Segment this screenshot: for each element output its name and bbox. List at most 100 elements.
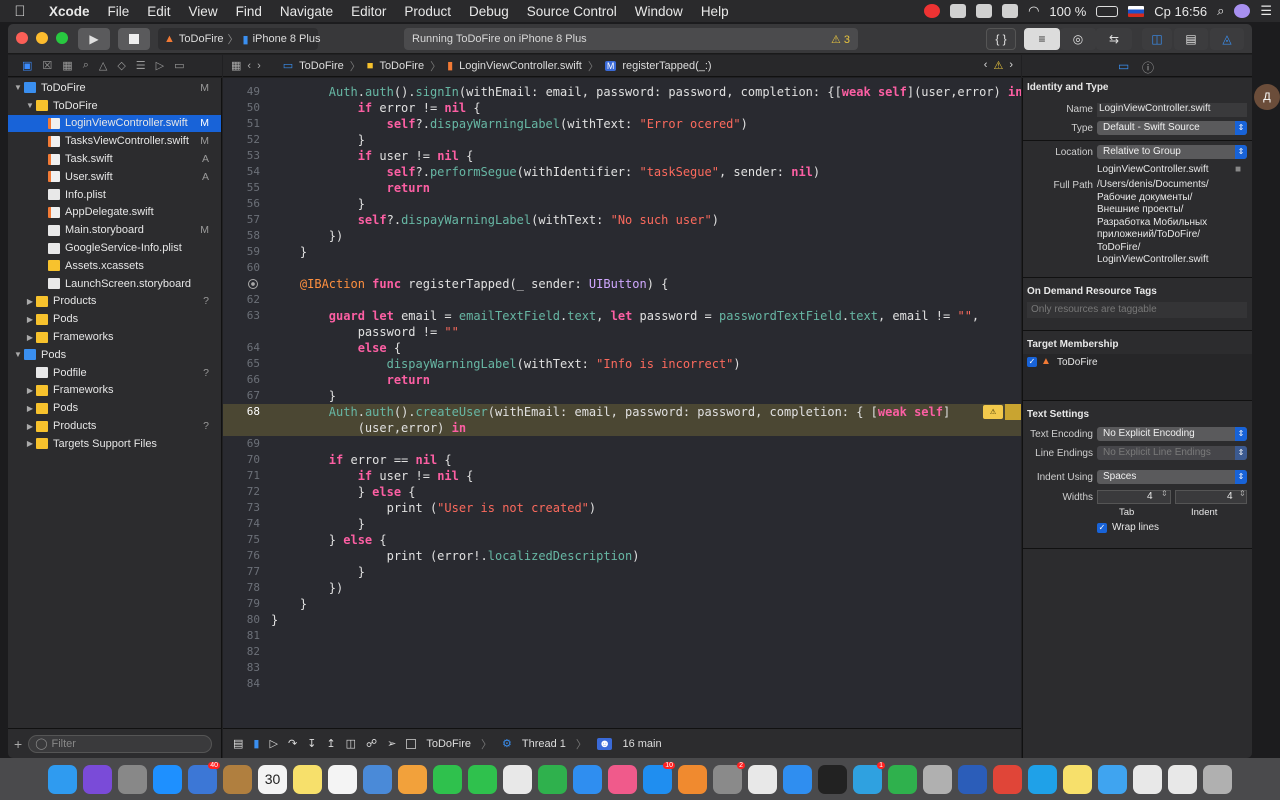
indent-using-select[interactable]: Spaces ⇕ bbox=[1097, 470, 1247, 484]
navigator-row[interactable]: ▶ Frameworks bbox=[8, 382, 221, 400]
crumb-project[interactable]: ToDoFire bbox=[299, 60, 344, 72]
stickies-icon[interactable] bbox=[1063, 764, 1092, 794]
menu-view[interactable]: View bbox=[180, 4, 227, 19]
disclosure-open-icon[interactable]: ▼ bbox=[12, 350, 24, 359]
disclosure-closed-icon[interactable]: ▶ bbox=[24, 404, 36, 413]
disclosure-open-icon[interactable]: ▼ bbox=[12, 83, 24, 92]
folder-icon[interactable] bbox=[1098, 764, 1127, 794]
code-line[interactable]: 59 } bbox=[223, 244, 1021, 260]
line-number[interactable]: 51 bbox=[223, 116, 260, 132]
code-line[interactable]: 53 if user != nil { bbox=[223, 148, 1021, 164]
documents-icon[interactable] bbox=[1168, 764, 1197, 794]
battery-icon[interactable] bbox=[1096, 5, 1119, 17]
wifi-icon[interactable]: ◠ bbox=[1028, 3, 1039, 19]
line-number[interactable]: 59 bbox=[223, 244, 260, 260]
textedit-icon[interactable] bbox=[503, 764, 532, 794]
word-icon[interactable] bbox=[958, 764, 987, 794]
report-navigator-icon[interactable]: ▭ bbox=[174, 59, 184, 72]
scheme-selector[interactable]: ▲ ToDoFire 〉 ▮ iPhone 8 Plus bbox=[158, 28, 320, 50]
line-number[interactable]: 49 bbox=[223, 84, 260, 100]
line-number[interactable]: 57 bbox=[223, 212, 260, 228]
chat-tray-icon[interactable] bbox=[1002, 4, 1019, 18]
line-number[interactable]: 65 bbox=[223, 356, 260, 372]
wrap-lines-checkbox[interactable]: ✓ bbox=[1097, 523, 1107, 533]
photos-icon[interactable] bbox=[398, 764, 427, 794]
target-membership-checkbox[interactable]: ✓ bbox=[1027, 357, 1037, 367]
back-icon[interactable]: ‹ bbox=[247, 60, 251, 72]
disclosure-closed-icon[interactable]: ▶ bbox=[24, 439, 36, 448]
notification-center-icon[interactable]: ☰ bbox=[1260, 3, 1272, 19]
downloads-icon[interactable] bbox=[1133, 764, 1162, 794]
launchpad-icon[interactable] bbox=[118, 764, 147, 794]
indent-width-stepper[interactable]: ⇕ bbox=[1239, 489, 1246, 498]
line-number[interactable]: 81 bbox=[223, 628, 260, 644]
menu-edit[interactable]: Edit bbox=[138, 4, 179, 19]
crumb-file[interactable]: LoginViewController.swift bbox=[459, 60, 582, 72]
debug-frame[interactable]: 16 main bbox=[622, 738, 661, 750]
code-line[interactable]: 55 return bbox=[223, 180, 1021, 196]
line-number[interactable]: 69 bbox=[223, 436, 260, 452]
breakpoints-toggle-icon[interactable]: ▮ bbox=[253, 737, 259, 750]
code-line[interactable]: 74 } bbox=[223, 516, 1021, 532]
trash-icon[interactable] bbox=[1203, 764, 1232, 794]
line-number[interactable]: 62 bbox=[223, 292, 260, 308]
line-number[interactable]: 72 bbox=[223, 484, 260, 500]
folder-icon[interactable]: ■ bbox=[1235, 164, 1241, 175]
code-line[interactable]: 51 self?.dispayWarningLabel(withText: "E… bbox=[223, 116, 1021, 132]
step-over-icon[interactable]: ↷ bbox=[288, 737, 297, 750]
photo-booth-icon[interactable]: 40 bbox=[188, 761, 220, 794]
navigator-row[interactable]: Info.plist bbox=[8, 186, 221, 204]
messages-icon[interactable] bbox=[433, 764, 462, 794]
line-number[interactable]: 83 bbox=[223, 660, 260, 676]
reminders-icon[interactable] bbox=[328, 764, 357, 794]
code-line[interactable]: 54 self?.performSegue(withIdentifier: "t… bbox=[223, 164, 1021, 180]
disclosure-closed-icon[interactable]: ▶ bbox=[24, 386, 36, 395]
line-number[interactable]: 68 bbox=[223, 404, 260, 420]
code-line[interactable]: 65 dispayWarningLabel(withText: "Info is… bbox=[223, 356, 1021, 372]
crumb-group[interactable]: ToDoFire bbox=[379, 60, 424, 72]
warning-icon[interactable]: ⚠ bbox=[993, 59, 1003, 72]
code-line[interactable]: @IBAction func registerTapped(_ sender: … bbox=[223, 276, 1021, 292]
step-into-icon[interactable]: ↧ bbox=[307, 737, 316, 750]
calendar-icon[interactable]: 30 bbox=[258, 764, 287, 794]
related-items-icon[interactable]: ▦ bbox=[231, 59, 241, 72]
add-file-icon[interactable]: + bbox=[14, 736, 22, 752]
ibaction-connection-icon[interactable] bbox=[248, 279, 258, 289]
inline-warning-icon[interactable]: ⚠ bbox=[983, 405, 1003, 419]
crumb-method[interactable]: registerTapped(_:) bbox=[622, 60, 711, 72]
safari-icon[interactable] bbox=[153, 764, 182, 794]
assistant-editor-button[interactable]: ◎ bbox=[1060, 28, 1096, 50]
code-line[interactable]: 60 bbox=[223, 260, 1021, 276]
simulate-location-icon[interactable]: ➢ bbox=[387, 737, 396, 750]
forward-icon[interactable]: › bbox=[257, 60, 261, 72]
xcode-icon[interactable] bbox=[783, 764, 812, 794]
code-line[interactable]: (user,error) in bbox=[223, 420, 1021, 436]
evernote-icon[interactable] bbox=[888, 764, 917, 794]
input-source-flag-icon[interactable] bbox=[1128, 5, 1145, 17]
line-number[interactable]: 79 bbox=[223, 596, 260, 612]
standard-editor-button[interactable]: ≡ bbox=[1024, 28, 1060, 50]
find-navigator-icon[interactable]: ⌕ bbox=[83, 59, 89, 72]
code-line[interactable]: password != "" bbox=[223, 324, 1021, 340]
line-number[interactable]: 64 bbox=[223, 340, 260, 356]
menu-debug[interactable]: Debug bbox=[460, 4, 518, 19]
battery-percent[interactable]: 100 % bbox=[1049, 4, 1086, 19]
image-capture-icon[interactable] bbox=[923, 764, 952, 794]
line-number[interactable]: 71 bbox=[223, 468, 260, 484]
preview-icon[interactable] bbox=[363, 764, 392, 794]
menu-window[interactable]: Window bbox=[626, 4, 692, 19]
line-number[interactable]: 75 bbox=[223, 532, 260, 548]
facetime-icon[interactable] bbox=[468, 764, 497, 794]
code-line[interactable]: 83 bbox=[223, 660, 1021, 676]
code-line[interactable]: 66 return bbox=[223, 372, 1021, 388]
line-number[interactable]: 74 bbox=[223, 516, 260, 532]
code-line[interactable]: 81 bbox=[223, 628, 1021, 644]
tab-width-stepper[interactable]: ⇕ bbox=[1161, 489, 1168, 498]
numbers-icon[interactable] bbox=[538, 764, 567, 794]
line-number[interactable]: 60 bbox=[223, 260, 260, 276]
notes-icon[interactable] bbox=[293, 764, 322, 794]
hide-debug-area-icon[interactable]: ▤ bbox=[233, 737, 243, 750]
code-line[interactable]: 73 print ("User is not created") bbox=[223, 500, 1021, 516]
app-store-icon[interactable]: 10 bbox=[643, 761, 675, 794]
zoom-window-button[interactable] bbox=[56, 32, 68, 44]
